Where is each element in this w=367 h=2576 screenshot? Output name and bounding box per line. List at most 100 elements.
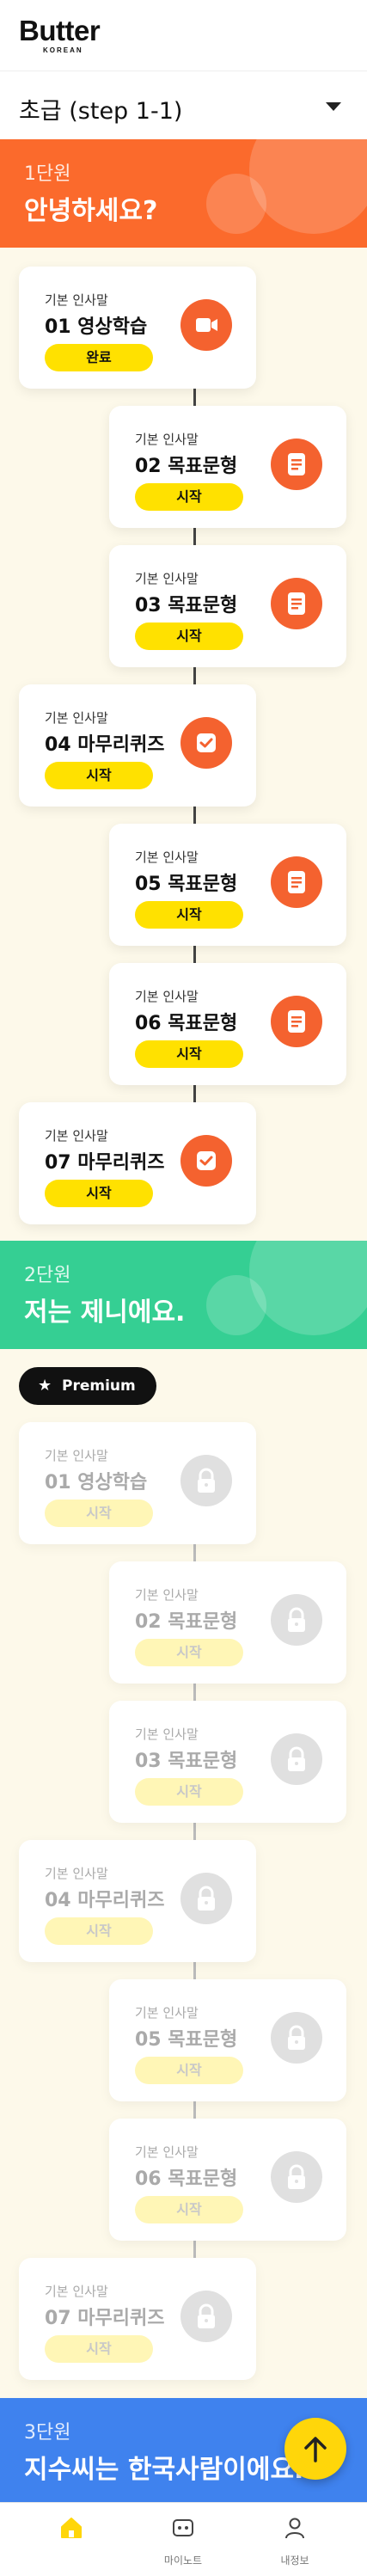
lesson-start-button[interactable]: 시작	[45, 762, 153, 789]
nav-my-info-label: 내정보	[280, 2555, 309, 2567]
lesson-name: 05 목표문형	[135, 2029, 238, 2051]
document-icon[interactable]	[271, 578, 322, 629]
lesson-start-button[interactable]: 시작	[45, 1500, 153, 1527]
lesson-name: 03 목표문형	[135, 595, 238, 616]
lesson-start-button[interactable]: 시작	[135, 1040, 243, 1068]
lesson-card-locked[interactable]: 기본 인사말 02 목표문형 시작	[109, 1561, 346, 1684]
lesson-card-locked[interactable]: 기본 인사말 04 마무리퀴즈 시작	[19, 1840, 256, 1962]
lesson-start-button[interactable]: 시작	[135, 1639, 243, 1666]
unit-title: 저는 제니에요.	[24, 1297, 186, 1328]
lesson-name: 02 목표문형	[135, 456, 238, 477]
lock-icon	[180, 1455, 232, 1506]
logo-text: Butter	[19, 15, 101, 46]
level-selector[interactable]: 초급 (step 1-1)	[0, 71, 367, 139]
scroll-to-top-button[interactable]	[284, 2418, 346, 2480]
lesson-start-button[interactable]: 시작	[135, 2057, 243, 2084]
lesson-card[interactable]: 기본 인사말 07 마무리퀴즈 시작	[19, 1102, 256, 1224]
lesson-start-button[interactable]: 시작	[135, 483, 243, 511]
lock-icon	[271, 1733, 322, 1785]
lock-icon	[271, 1594, 322, 1646]
document-icon[interactable]	[271, 856, 322, 908]
lesson-name: 04 마무리퀴즈	[45, 734, 165, 756]
lesson-category: 기본 인사말	[135, 1727, 199, 1742]
lock-icon	[180, 2291, 232, 2342]
lesson-category: 기본 인사말	[135, 849, 199, 865]
lesson-card-locked[interactable]: 기본 인사말 07 마무리퀴즈 시작	[19, 2258, 256, 2380]
lesson-category: 기본 인사말	[135, 1587, 199, 1603]
caret-down-icon[interactable]	[326, 102, 341, 111]
lesson-start-button[interactable]: 시작	[135, 901, 243, 929]
video-icon[interactable]	[180, 299, 232, 351]
lesson-start-button[interactable]: 시작	[135, 2196, 243, 2223]
profile-icon	[285, 2518, 304, 2539]
lesson-category: 기본 인사말	[135, 2144, 199, 2160]
lesson-card[interactable]: 기본 인사말 05 목표문형 시작	[109, 824, 346, 946]
lesson-name: 03 목표문형	[135, 1751, 238, 1772]
lock-icon	[271, 2012, 322, 2064]
checkbox-icon[interactable]	[180, 717, 232, 769]
lock-icon	[180, 1873, 232, 1924]
lesson-card-locked[interactable]: 기본 인사말 01 영상학습 시작	[19, 1422, 256, 1544]
arrow-up-icon	[304, 2437, 327, 2463]
lesson-card[interactable]: 기본 인사말 06 목표문형 시작	[109, 963, 346, 1085]
lesson-card[interactable]: 기본 인사말 03 목표문형 시작	[109, 545, 346, 667]
lesson-card[interactable]: 기본 인사말 04 마무리퀴즈 시작	[19, 684, 256, 807]
lesson-category: 기본 인사말	[45, 1128, 108, 1144]
lesson-card[interactable]: 기본 인사말 02 목표문형 시작	[109, 406, 346, 528]
lesson-name: 07 마무리퀴즈	[45, 1152, 165, 1174]
nav-my-notes-label: 마이노트	[163, 2555, 203, 2567]
decor-bubble	[249, 1241, 367, 1335]
butter-korean-logo[interactable]: Butter KOREAN	[19, 15, 101, 55]
lesson-start-button[interactable]: 시작	[135, 1778, 243, 1806]
premium-label: Premium	[62, 1377, 136, 1395]
lesson-name: 02 목표문형	[135, 1611, 238, 1633]
logo-subtext: KOREAN	[43, 46, 83, 54]
level-selector-label: 초급 (step 1-1)	[19, 98, 183, 125]
lesson-category: 기본 인사말	[45, 1448, 108, 1463]
lesson-name: 01 영상학습	[45, 316, 148, 338]
unit-number: 1단원	[24, 163, 71, 185]
lesson-start-button[interactable]: 시작	[45, 2335, 153, 2363]
decor-bubble	[206, 174, 266, 234]
star-icon: ★	[38, 1377, 52, 1395]
unit-1-lessons: 기본 인사말 01 영상학습 완료 기본 인사말 02 목표문형 시작 기본 인…	[0, 248, 367, 1241]
lesson-name: 07 마무리퀴즈	[45, 2308, 165, 2329]
lesson-name: 01 영상학습	[45, 1472, 148, 1493]
lesson-name: 06 목표문형	[135, 2168, 238, 2190]
unit-title: 안녕하세요?	[24, 196, 158, 226]
bottom-nav: 마이노트 내정보	[0, 2502, 367, 2576]
lesson-category: 기본 인사말	[135, 432, 199, 447]
lesson-category: 기본 인사말	[135, 2005, 199, 2021]
checkbox-icon[interactable]	[180, 1135, 232, 1187]
unit-title: 지수씨는 한국사람이에요.	[24, 2455, 304, 2485]
home-icon	[61, 2518, 82, 2538]
nav-my-notes[interactable]: 마이노트	[122, 2503, 244, 2576]
decor-bubble	[206, 1275, 266, 1335]
nav-home[interactable]	[10, 2503, 132, 2576]
unit-number: 3단원	[24, 2422, 71, 2444]
lesson-card-locked[interactable]: 기본 인사말 05 목표문형 시작	[109, 1979, 346, 2101]
lesson-complete-button[interactable]: 완료	[45, 344, 153, 371]
lesson-start-button[interactable]: 시작	[45, 1917, 153, 1945]
lesson-category: 기본 인사말	[45, 292, 108, 308]
lesson-start-button[interactable]: 시작	[45, 1180, 153, 1207]
lesson-card-locked[interactable]: 기본 인사말 06 목표문형 시작	[109, 2119, 346, 2241]
lesson-name: 05 목표문형	[135, 874, 238, 895]
document-icon[interactable]	[271, 439, 322, 490]
lesson-category: 기본 인사말	[45, 1866, 108, 1881]
unit-2-header: 2단원 저는 제니에요.	[0, 1241, 367, 1349]
document-icon[interactable]	[271, 996, 322, 1047]
unit-1-header: 1단원 안녕하세요?	[0, 139, 367, 248]
lesson-name: 06 목표문형	[135, 1013, 238, 1034]
lesson-category: 기본 인사말	[45, 710, 108, 726]
lesson-category: 기본 인사말	[135, 571, 199, 586]
lesson-start-button[interactable]: 시작	[135, 623, 243, 650]
lesson-card[interactable]: 기본 인사말 01 영상학습 완료	[19, 267, 256, 389]
lock-icon	[271, 2151, 322, 2203]
premium-badge[interactable]: ★ Premium	[19, 1367, 156, 1405]
lesson-card-locked[interactable]: 기본 인사말 03 목표문형 시작	[109, 1701, 346, 1823]
nav-my-info[interactable]: 내정보	[234, 2503, 356, 2576]
lesson-category: 기본 인사말	[45, 2284, 108, 2299]
unit-number: 2단원	[24, 1265, 71, 1286]
note-icon	[173, 2519, 193, 2536]
